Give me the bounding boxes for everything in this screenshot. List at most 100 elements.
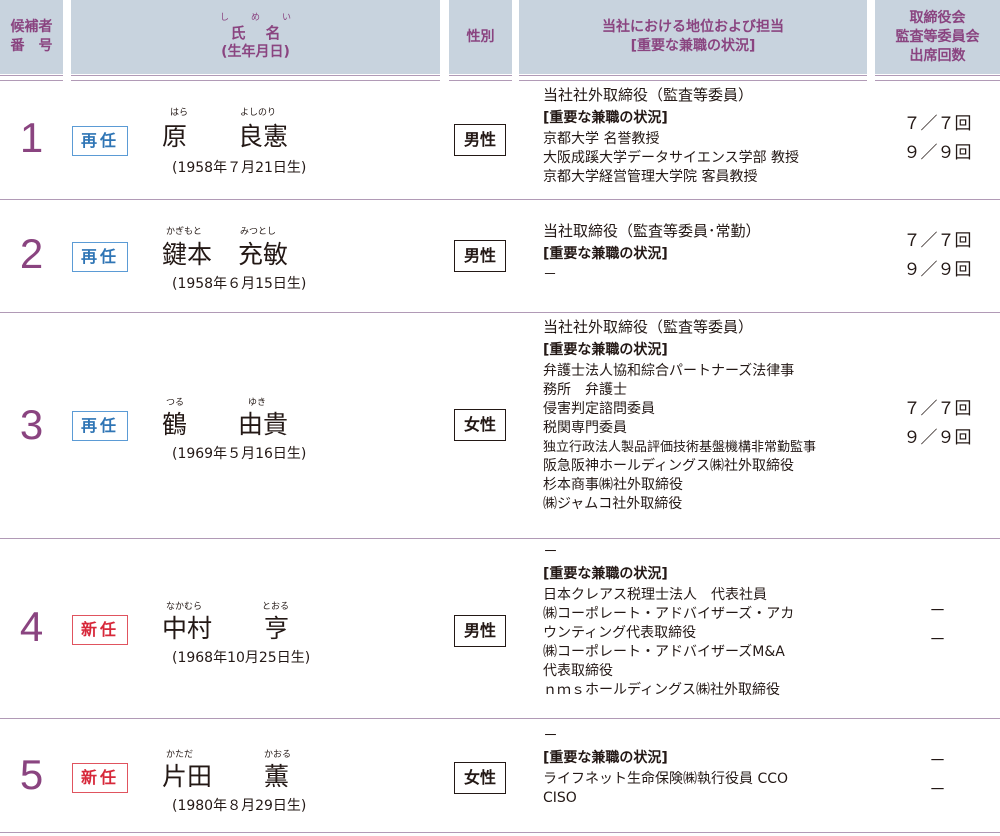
- candidate-given-name: 亨: [264, 614, 290, 643]
- header-name-ruby: しめい: [219, 12, 313, 23]
- concurrent-label: [重要な兼職の状況]: [543, 342, 668, 358]
- header-number-line2: 番 号: [10, 38, 53, 54]
- header-name-sub: (生年月日): [221, 43, 290, 60]
- attendance: － －: [875, 747, 1000, 805]
- candidate-number: 1: [19, 114, 44, 161]
- birth-date: (1969年５月16日生): [172, 446, 307, 462]
- concurrent-item: 京都大学経営管理大学院 客員教授: [543, 169, 758, 185]
- header-sex-label: 性別: [466, 28, 495, 45]
- status-badge: 再任: [72, 411, 128, 441]
- board-attendance: －: [929, 751, 946, 771]
- sex-badge: 男性: [454, 124, 506, 156]
- candidate-given-name: 由貴: [238, 410, 289, 439]
- birth-date: (1958年６月15日生): [172, 276, 307, 292]
- position-title: －: [543, 726, 559, 744]
- header-rule: [0, 75, 63, 76]
- position-title: 当社取締役（監査等委員･常勤）: [543, 222, 761, 240]
- attendance: － －: [875, 597, 1000, 655]
- audit-attendance: ９／９回: [903, 143, 972, 163]
- candidate-surname: 中村: [162, 614, 213, 643]
- attendance: ７／７回 ９／９回: [875, 395, 1000, 453]
- concurrent-item: ㈱コーポレート・アドバイザーズ・アカ: [543, 606, 795, 622]
- status-badge: 新任: [72, 615, 128, 645]
- concurrent-item: 大阪成蹊大学データサイエンス学部 教授: [543, 150, 800, 166]
- candidate-row: 5 新任 かただ かおる 片田 薫 (1980年８月29日生) 女性 － [重要…: [0, 719, 1000, 832]
- candidate-surname: 片田: [162, 762, 213, 791]
- header-number: 候補者 番 号: [0, 0, 63, 74]
- candidate-number: 3: [19, 401, 44, 448]
- status-badge: 再任: [72, 126, 128, 156]
- concurrent-item: 日本クレアス税理士法人 代表社員: [543, 587, 767, 603]
- candidate-number: 2: [19, 230, 44, 277]
- candidate-number: 5: [19, 751, 44, 798]
- header-rule: [875, 75, 1000, 76]
- header-position-line1: 当社における地位および担当: [602, 19, 784, 35]
- header-position: 当社における地位および担当 [重要な兼職の状況]: [519, 0, 867, 74]
- concurrent-label: [重要な兼職の状況]: [543, 110, 668, 126]
- concurrent-item: ウンティング代表取締役: [543, 625, 697, 641]
- position-block: 当社社外取締役（監査等委員） [重要な兼職の状況] 京都大学 名誉教授 大阪成蹊…: [543, 85, 863, 187]
- candidate-row: 2 再任 かぎもと みつとし 鍵本 充敏 (1958年６月15日生) 男性 当社…: [0, 200, 1000, 312]
- concurrent-label: [重要な兼職の状況]: [543, 246, 668, 262]
- candidate-given-name: 充敏: [238, 240, 289, 269]
- header-attendance-line1: 取締役会: [909, 9, 966, 26]
- sex-badge: 女性: [454, 762, 506, 794]
- position-title: 当社社外取締役（監査等委員）: [543, 318, 754, 336]
- header-rule: [519, 75, 867, 76]
- audit-attendance: －: [929, 630, 946, 650]
- header-rule: [449, 75, 512, 76]
- concurrent-item: －: [543, 267, 557, 283]
- concurrent-item: 代表取締役: [543, 663, 613, 679]
- status-badge: 新任: [72, 763, 128, 793]
- board-attendance: ７／７回: [903, 114, 972, 134]
- birth-date: (1958年７月21日生): [172, 160, 307, 176]
- position-title: －: [543, 542, 559, 560]
- header-name-title: 氏名: [230, 23, 301, 42]
- concurrent-item: 弁護士法人協和綜合パートナーズ法律事: [543, 363, 795, 379]
- birth-date: (1968年10月25日生): [172, 650, 311, 666]
- row-divider: [0, 832, 1000, 833]
- position-block: 当社取締役（監査等委員･常勤） [重要な兼職の状況] －: [543, 221, 863, 285]
- concurrent-item: 侵害判定諮問委員: [543, 401, 655, 417]
- attendance: ７／７回 ９／９回: [875, 227, 1000, 285]
- header-name: しめい 氏名 (生年月日): [71, 0, 440, 74]
- candidate-surname: 鍵本: [162, 240, 213, 269]
- concurrent-item: 独立行政法人製品評価技術基盤機構非常勤監事: [543, 440, 817, 455]
- header-attendance-line3: 出席回数: [909, 47, 966, 64]
- position-block: － [重要な兼職の状況] ライフネット生命保険㈱執行役員 CCO CISO: [543, 725, 863, 808]
- header-attendance: 取締役会 監査等委員会 出席回数: [875, 0, 1000, 74]
- status-badge: 再任: [72, 242, 128, 272]
- attendance: ７／７回 ９／９回: [875, 110, 1000, 168]
- candidate-surname: 原: [162, 122, 188, 151]
- audit-attendance: －: [929, 780, 946, 800]
- concurrent-item: ㈱ジャムコ社外取締役: [543, 496, 683, 512]
- header-attendance-line2: 監査等委員会: [895, 28, 980, 45]
- candidate-row: 4 新任 なかむら とおる 中村 亨 (1968年10月25日生) 男性 － […: [0, 539, 1000, 718]
- sex-badge: 男性: [454, 615, 506, 647]
- header-position-line2: [重要な兼職の状況]: [630, 38, 756, 54]
- audit-attendance: ９／９回: [903, 260, 972, 280]
- concurrent-item: 務所 弁護士: [543, 382, 627, 398]
- board-attendance: ７／７回: [903, 231, 972, 251]
- concurrent-item: CISO: [543, 790, 577, 806]
- board-attendance: －: [929, 601, 946, 621]
- sex-badge: 男性: [454, 240, 506, 272]
- concurrent-item: ｎｍｓホールディングス㈱社外取締役: [543, 682, 781, 698]
- candidate-row: 1 再任 はら よしのり 原 良憲 (1958年７月21日生) 男性 当社社外取…: [0, 81, 1000, 199]
- position-block: 当社社外取締役（監査等委員） [重要な兼職の状況] 弁護士法人協和綜合パートナー…: [543, 317, 863, 514]
- candidate-table: 候補者 番 号 しめい 氏名 (生年月日) 性別 当社における地位および担当 […: [0, 0, 1000, 836]
- concurrent-item: 阪急阪神ホールディングス㈱社外取締役: [543, 458, 795, 474]
- concurrent-item: 杉本商事㈱社外取締役: [543, 477, 683, 493]
- concurrent-item: 税関専門委員: [543, 420, 627, 436]
- concurrent-label: [重要な兼職の状況]: [543, 750, 668, 766]
- header-number-line1: 候補者: [10, 19, 53, 35]
- birth-date: (1980年８月29日生): [172, 798, 307, 814]
- candidate-row: 3 再任 つる ゆき 鶴 由貴 (1969年５月16日生) 女性 当社社外取締役…: [0, 313, 1000, 538]
- audit-attendance: ９／９回: [903, 428, 972, 448]
- board-attendance: ７／７回: [903, 399, 972, 419]
- candidate-surname: 鶴: [162, 410, 188, 439]
- header-sex: 性別: [449, 0, 512, 74]
- candidate-number: 4: [19, 603, 44, 650]
- position-block: － [重要な兼職の状況] 日本クレアス税理士法人 代表社員 ㈱コーポレート・アド…: [543, 541, 863, 700]
- position-title: 当社社外取締役（監査等委員）: [543, 86, 754, 104]
